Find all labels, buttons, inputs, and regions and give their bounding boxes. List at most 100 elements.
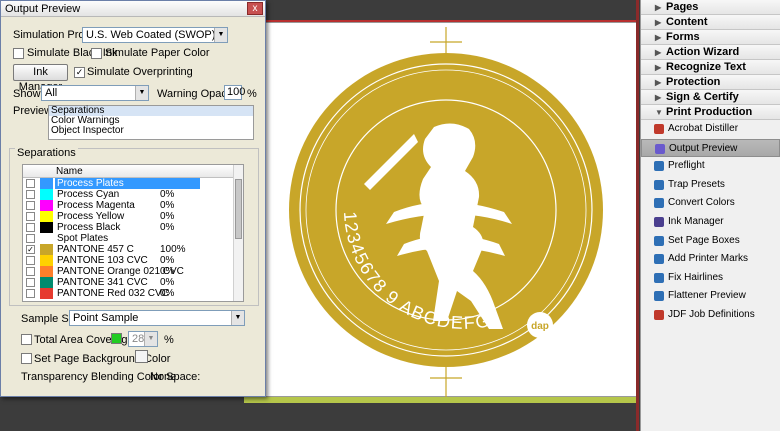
separation-checkbox[interactable] bbox=[26, 190, 35, 199]
separation-checkbox[interactable] bbox=[26, 289, 35, 298]
separation-row[interactable]: PANTONE Orange 021 CVC 0% bbox=[23, 266, 243, 277]
separation-checkbox[interactable] bbox=[26, 256, 35, 265]
tool-item[interactable]: Preflight bbox=[641, 157, 780, 176]
separation-checkbox[interactable]: ✓ bbox=[26, 245, 35, 254]
separations-table[interactable]: Name Process Plates Process Cyan 0% Process… bbox=[22, 164, 244, 302]
simulate-overprinting-checkbox[interactable]: ✓ bbox=[74, 67, 85, 78]
separation-row[interactable]: Process Magenta 0% bbox=[23, 200, 243, 211]
scrollbar-thumb[interactable] bbox=[235, 179, 242, 239]
page-boxes-icon bbox=[654, 235, 664, 246]
ink-swatch bbox=[40, 222, 53, 233]
triangle-right-icon: ▶ bbox=[655, 3, 662, 12]
separation-checkbox[interactable] bbox=[26, 234, 35, 243]
section-header[interactable]: ▶ Action Wizard bbox=[641, 45, 780, 60]
output-preview-dialog[interactable]: Output Preview x Simulation Profile: U.S… bbox=[0, 0, 266, 397]
tool-item[interactable]: Add Printer Marks bbox=[641, 250, 780, 269]
tool-item[interactable]: Set Page Boxes bbox=[641, 232, 780, 251]
total-area-coverage-select[interactable]: 280 ▼ bbox=[128, 331, 158, 347]
total-area-coverage-checkbox[interactable] bbox=[21, 334, 32, 345]
separation-checkbox[interactable] bbox=[26, 179, 35, 188]
separation-percent: 0% bbox=[160, 277, 175, 288]
tool-label: Convert Colors bbox=[668, 197, 735, 209]
separation-percent: 0% bbox=[160, 255, 175, 266]
dialog-titlebar[interactable]: Output Preview x bbox=[1, 1, 265, 17]
ink-manager-icon bbox=[654, 216, 664, 227]
separation-checkbox[interactable] bbox=[26, 212, 35, 221]
ink-swatch bbox=[40, 266, 53, 277]
tool-item[interactable]: Flattener Preview bbox=[641, 287, 780, 306]
tool-item[interactable]: Trap Presets bbox=[641, 176, 780, 195]
tool-label: Flattener Preview bbox=[668, 290, 746, 302]
section-header[interactable]: ▶ Protection bbox=[641, 75, 780, 90]
separation-checkbox[interactable] bbox=[26, 278, 35, 287]
tool-item[interactable]: JDF Job Definitions bbox=[641, 306, 780, 325]
separation-percent: 0% bbox=[160, 222, 175, 233]
triangle-right-icon: ▶ bbox=[655, 93, 662, 102]
separation-percent: 0% bbox=[160, 189, 175, 200]
page-background-color-picker[interactable] bbox=[135, 350, 148, 363]
separation-name: Process Yellow bbox=[57, 211, 125, 222]
section-label: Sign & Certify bbox=[666, 91, 739, 103]
separation-row[interactable]: Process Plates bbox=[23, 178, 243, 189]
ink-swatch bbox=[40, 233, 53, 244]
transparency-blending-value: None bbox=[150, 371, 177, 383]
chevron-down-icon: ▼ bbox=[214, 28, 227, 42]
simulate-black-ink-checkbox[interactable] bbox=[13, 48, 24, 59]
simulation-profile-select[interactable]: U.S. Web Coated (SWOP) v2 ▼ bbox=[82, 27, 228, 43]
warning-opacity-input[interactable]: 100 bbox=[224, 85, 245, 100]
separation-percent: 100% bbox=[160, 244, 186, 255]
tool-item[interactable]: Ink Manager bbox=[641, 213, 780, 232]
tool-item[interactable]: Convert Colors bbox=[641, 194, 780, 213]
section-label: Protection bbox=[666, 76, 721, 88]
sample-size-select[interactable]: Point Sample ▼ bbox=[69, 310, 245, 326]
separation-checkbox[interactable] bbox=[26, 223, 35, 232]
chevron-down-icon: ▼ bbox=[144, 332, 157, 346]
section-label: Forms bbox=[666, 31, 700, 43]
printer-marks-icon bbox=[654, 254, 664, 265]
show-select[interactable]: All ▼ bbox=[41, 85, 149, 101]
separation-percent: 0% bbox=[160, 211, 175, 222]
show-value: All bbox=[45, 87, 58, 99]
section-header[interactable]: ▶ Recognize Text bbox=[641, 60, 780, 75]
separation-percent: 0% bbox=[160, 200, 175, 211]
separation-checkbox[interactable] bbox=[26, 201, 35, 210]
tool-sections: ▶ Pages ▶ Content ▶ Forms ▶ Action Wizard ▶ Recog… bbox=[641, 0, 780, 120]
section-header[interactable]: ▶ Content bbox=[641, 15, 780, 30]
separation-row[interactable]: Process Yellow 0% bbox=[23, 211, 243, 222]
close-icon[interactable]: x bbox=[247, 2, 263, 15]
warning-opacity-unit: % bbox=[247, 88, 257, 100]
tool-item[interactable]: Fix Hairlines bbox=[641, 269, 780, 288]
tool-item[interactable]: Output Preview bbox=[641, 138, 780, 158]
separation-row[interactable]: PANTONE 341 CVC 0% bbox=[23, 277, 243, 288]
distiller-icon bbox=[654, 124, 664, 134]
separations-scrollbar[interactable] bbox=[233, 165, 243, 301]
simulate-black-ink-label: Simulate Black Ink bbox=[27, 47, 118, 59]
separation-checkbox[interactable] bbox=[26, 267, 35, 276]
preview-option-object-inspector[interactable]: Object Inspector bbox=[49, 126, 253, 136]
separation-row[interactable]: PANTONE Red 032 CVC 0% bbox=[23, 288, 243, 299]
set-page-background-checkbox[interactable] bbox=[21, 353, 32, 364]
separation-row[interactable]: Process Black 0% bbox=[23, 222, 243, 233]
separation-row[interactable]: Process Cyan 0% bbox=[23, 189, 243, 200]
tool-label: Preflight bbox=[668, 160, 705, 172]
tool-item[interactable]: Acrobat Distiller bbox=[641, 120, 780, 139]
tools-panel: ▶ Pages ▶ Content ▶ Forms ▶ Action Wizard ▶ Recog… bbox=[640, 0, 780, 431]
separation-row[interactable]: ✓ PANTONE 457 C 100% bbox=[23, 244, 243, 255]
separations-group-label: Separations bbox=[15, 147, 78, 159]
simulate-paper-color-checkbox[interactable] bbox=[91, 48, 102, 59]
separation-name: PANTONE Red 032 CVC bbox=[57, 288, 169, 299]
section-header[interactable]: ▶ Forms bbox=[641, 30, 780, 45]
output-preview-icon bbox=[655, 143, 665, 154]
section-header[interactable]: ▶ Pages bbox=[641, 0, 780, 15]
ink-manager-button[interactable]: Ink Manager bbox=[13, 64, 68, 93]
ink-swatch bbox=[40, 288, 53, 299]
separation-row[interactable]: PANTONE 103 CVC 0% bbox=[23, 255, 243, 266]
section-header[interactable]: ▶ Sign & Certify bbox=[641, 90, 780, 105]
separation-name: Spot Plates bbox=[57, 233, 109, 244]
coverage-color-swatch[interactable] bbox=[111, 333, 122, 344]
ink-swatch bbox=[40, 178, 53, 189]
separation-row[interactable]: Spot Plates bbox=[23, 233, 243, 244]
ink-swatch bbox=[40, 189, 53, 200]
section-header[interactable]: ▼ Print Production bbox=[641, 105, 780, 120]
preview-list[interactable]: Separations Color Warnings Object Inspec… bbox=[48, 105, 254, 140]
